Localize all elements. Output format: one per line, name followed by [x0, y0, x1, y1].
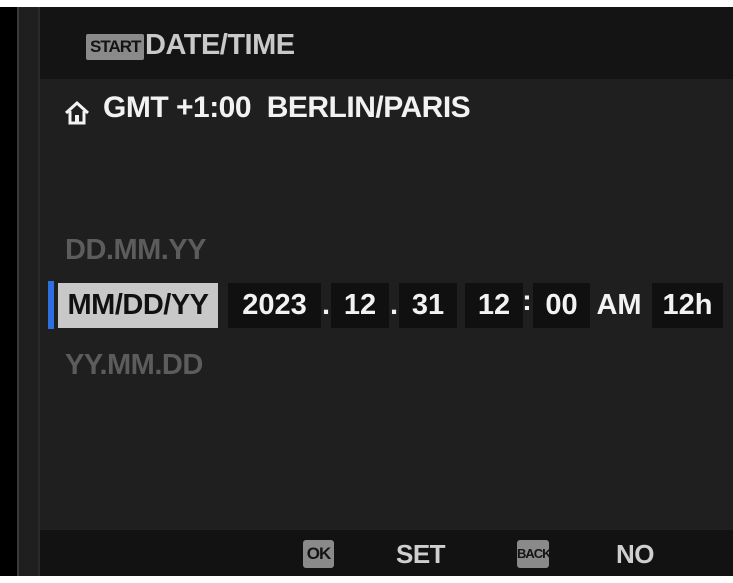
date-separator: . — [389, 289, 399, 321]
timezone-label: GMT +1:00 BERLIN/PARIS — [103, 91, 471, 124]
day-field[interactable]: 31 — [399, 283, 457, 328]
left-rail-divider — [17, 7, 19, 576]
back-button-icon: BACK — [517, 540, 552, 568]
date-format-option-mmddyy[interactable]: MM/DD/YY — [58, 283, 218, 328]
time-separator: : — [522, 285, 532, 317]
month-field[interactable]: 12 — [331, 283, 389, 328]
selection-marker — [48, 281, 54, 329]
no-action-label[interactable]: NO — [616, 539, 655, 570]
date-format-option-yymmdd[interactable]: YY.MM.DD — [65, 349, 203, 382]
hour-field[interactable]: 12 — [465, 283, 523, 328]
ampm-field[interactable]: AM — [591, 283, 647, 328]
date-format-option-ddmmyy[interactable]: DD.MM.YY — [65, 234, 207, 267]
home-icon — [64, 100, 90, 125]
date-separator: . — [321, 289, 331, 321]
minute-field[interactable]: 00 — [533, 283, 590, 328]
year-field[interactable]: 2023 — [228, 283, 321, 328]
camera-screen: START DATE/TIME GMT +1:00 BERLIN/PARIS D… — [0, 7, 733, 576]
clock-mode-field[interactable]: 12h — [652, 283, 723, 328]
start-badge: START — [86, 34, 145, 60]
set-action-label[interactable]: SET — [396, 539, 446, 570]
left-rail — [0, 7, 17, 576]
ok-button-icon: OK — [303, 540, 334, 568]
page-title: DATE/TIME — [145, 29, 295, 61]
left-rail-divider-inner — [38, 7, 40, 576]
